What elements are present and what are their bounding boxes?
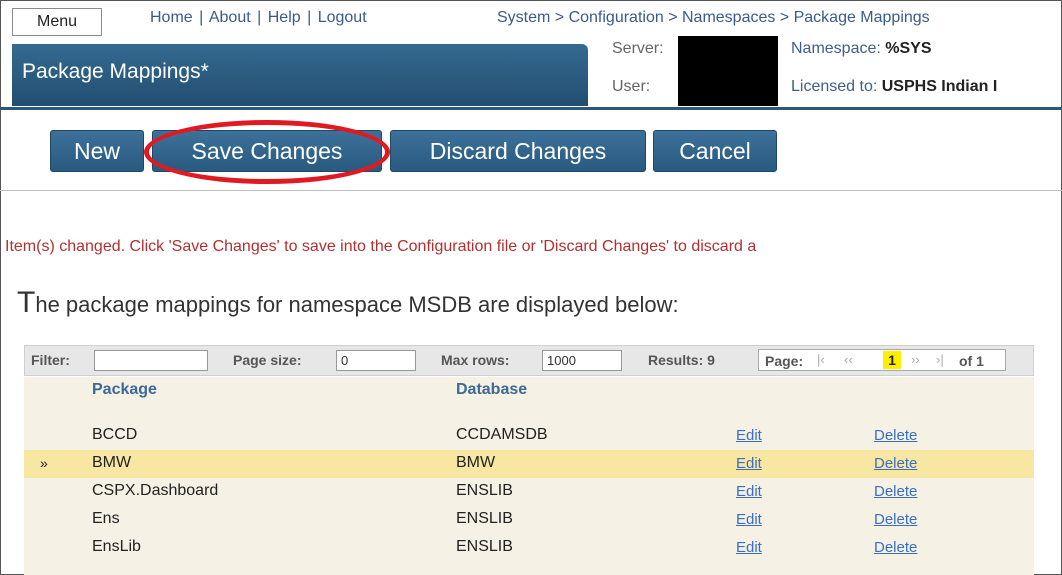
namespace-info: Namespace: %SYS	[791, 40, 932, 58]
redacted-box	[678, 36, 778, 106]
next-page-icon[interactable]: ››	[911, 352, 920, 367]
delete-link[interactable]: Delete	[874, 539, 917, 556]
table-header: Package Database	[24, 377, 1034, 405]
license-info: Licensed to: USPHS Indian I	[791, 78, 997, 96]
results-count: Results: 9	[648, 352, 715, 368]
highlight-ring-annotation	[144, 120, 390, 184]
cancel-button[interactable]: Cancel	[653, 130, 777, 172]
max-rows-input[interactable]	[542, 350, 622, 371]
delete-link[interactable]: Delete	[874, 427, 917, 444]
header-divider	[0, 107, 1062, 110]
pager: Page: |‹ ‹‹ 1 ›› ›| of 1	[758, 349, 1006, 371]
edit-link[interactable]: Edit	[736, 539, 762, 556]
page-title-tab: Package Mappings*	[12, 44, 588, 106]
server-label: Server:	[612, 40, 664, 57]
filter-input[interactable]	[94, 350, 208, 371]
toolbar-divider	[0, 190, 1062, 191]
package-cell: BMW	[92, 454, 132, 471]
database-cell: ENSLIB	[456, 538, 513, 555]
about-link[interactable]: About	[209, 9, 251, 26]
database-cell: CCDAMSDB	[456, 426, 548, 443]
column-header-package[interactable]: Package	[92, 381, 157, 399]
heading-initial: T	[17, 286, 36, 319]
heading-text: he package mappings for namespace MSDB a…	[35, 292, 679, 317]
table-filter-bar: Filter: Page size: Max rows: Results: 9 …	[24, 345, 1034, 376]
selected-row-marker: »	[40, 455, 48, 471]
database-cell: ENSLIB	[456, 510, 513, 527]
help-link[interactable]: Help	[268, 9, 301, 26]
user-label: User:	[612, 78, 651, 95]
database-cell: ENSLIB	[456, 482, 513, 499]
first-page-icon[interactable]: |‹	[817, 352, 825, 367]
top-nav-links: Home | About | Help | Logout	[150, 9, 367, 27]
namespace-label: Namespace:	[791, 40, 881, 57]
column-header-database[interactable]: Database	[456, 381, 527, 399]
change-warning-message: Item(s) changed. Click 'Save Changes' to…	[5, 238, 757, 255]
prev-page-icon[interactable]: ‹‹	[844, 352, 853, 367]
section-heading: The package mappings for namespace MSDB …	[17, 286, 679, 320]
table-row[interactable]: CSPX.Dashboard ENSLIB Edit Delete	[24, 478, 1034, 506]
edit-link[interactable]: Edit	[736, 483, 762, 500]
package-cell: EnsLib	[92, 538, 141, 555]
separator: |	[307, 9, 312, 26]
edit-link[interactable]: Edit	[736, 511, 762, 528]
package-cell: Ens	[92, 510, 120, 527]
licensed-value: USPHS Indian I	[881, 78, 998, 95]
edit-link[interactable]: Edit	[736, 427, 762, 444]
package-cell: CSPX.Dashboard	[92, 482, 219, 499]
licensed-label: Licensed to:	[791, 78, 878, 95]
edit-link[interactable]: Edit	[736, 455, 762, 472]
page-size-input[interactable]	[336, 350, 416, 371]
table-row[interactable]: EnsLib ENSLIB Edit Delete	[24, 534, 1034, 562]
separator: |	[257, 9, 262, 26]
database-cell: BMW	[456, 454, 496, 471]
table-row[interactable]: BCCD CCDAMSDB Edit Delete	[24, 422, 1034, 450]
table-row[interactable]: Ens ENSLIB Edit Delete	[24, 506, 1034, 534]
separator: |	[199, 9, 204, 26]
max-rows-label: Max rows:	[441, 352, 510, 368]
table-row-selected[interactable]: » BMW BMW Edit Delete	[24, 450, 1034, 478]
page-count: of 1	[959, 353, 984, 369]
delete-link[interactable]: Delete	[874, 483, 917, 500]
menu-button[interactable]: Menu	[12, 8, 102, 36]
namespace-value: %SYS	[885, 40, 932, 57]
new-button[interactable]: New	[50, 130, 144, 172]
logout-link[interactable]: Logout	[318, 9, 367, 26]
home-link[interactable]: Home	[150, 9, 193, 26]
breadcrumb[interactable]: System > Configuration > Namespaces > Pa…	[497, 9, 930, 27]
page-label: Page:	[765, 353, 804, 369]
page-title: Package Mappings*	[22, 60, 209, 83]
delete-link[interactable]: Delete	[874, 455, 917, 472]
package-cell: BCCD	[92, 426, 138, 443]
last-page-icon[interactable]: ›|	[936, 352, 944, 367]
package-mappings-table: Package Database BCCD CCDAMSDB Edit Dele…	[24, 377, 1034, 575]
current-page[interactable]: 1	[883, 351, 901, 369]
delete-link[interactable]: Delete	[874, 511, 917, 528]
page-size-label: Page size:	[233, 352, 302, 368]
filter-label: Filter:	[31, 352, 70, 368]
discard-changes-button[interactable]: Discard Changes	[390, 130, 646, 172]
